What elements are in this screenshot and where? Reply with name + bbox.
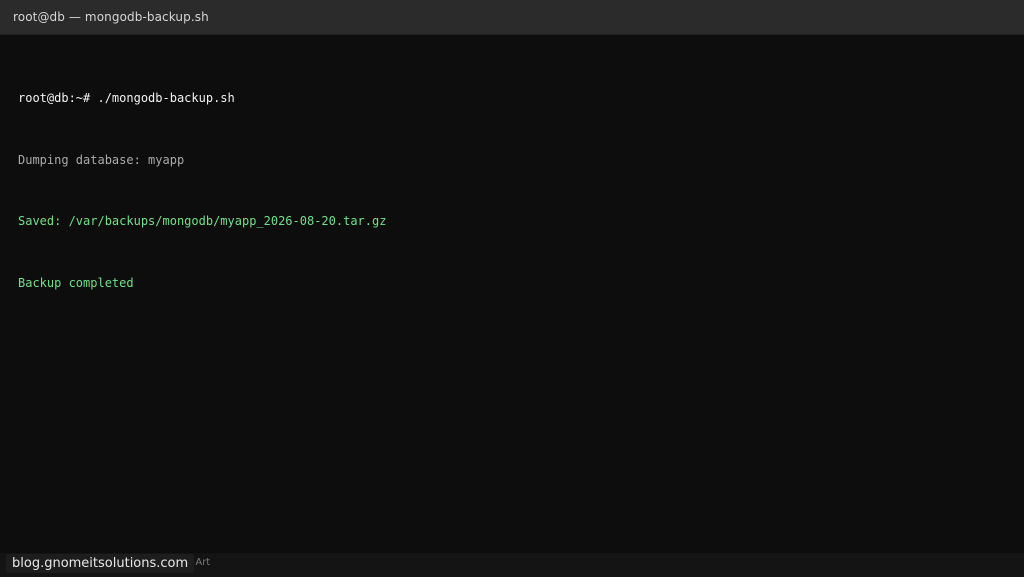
output-line-saved: Saved: /var/backups/mongodb/myapp_2026-0… bbox=[18, 214, 387, 228]
command-line: root@db:~# ./mongodb-backup.sh bbox=[18, 88, 1006, 109]
terminal-window: root@db — mongodb-backup.sh root@db:~# .… bbox=[0, 0, 1024, 577]
shell-prompt: root@db:~# bbox=[18, 91, 98, 105]
watermark-label: blog.gnomeitsolutions.com bbox=[6, 554, 195, 573]
output-line-completed: Backup completed bbox=[18, 275, 134, 290]
shell-command: ./mongodb-backup.sh bbox=[97, 91, 235, 105]
window-title: root@db — mongodb-backup.sh bbox=[13, 10, 209, 24]
title-bar[interactable]: root@db — mongodb-backup.sh bbox=[0, 0, 1024, 35]
output-line-dumping: Dumping database: myapp bbox=[18, 152, 185, 167]
terminal-output[interactable]: root@db:~# ./mongodb-backup.sh Dumping d… bbox=[0, 35, 1024, 334]
